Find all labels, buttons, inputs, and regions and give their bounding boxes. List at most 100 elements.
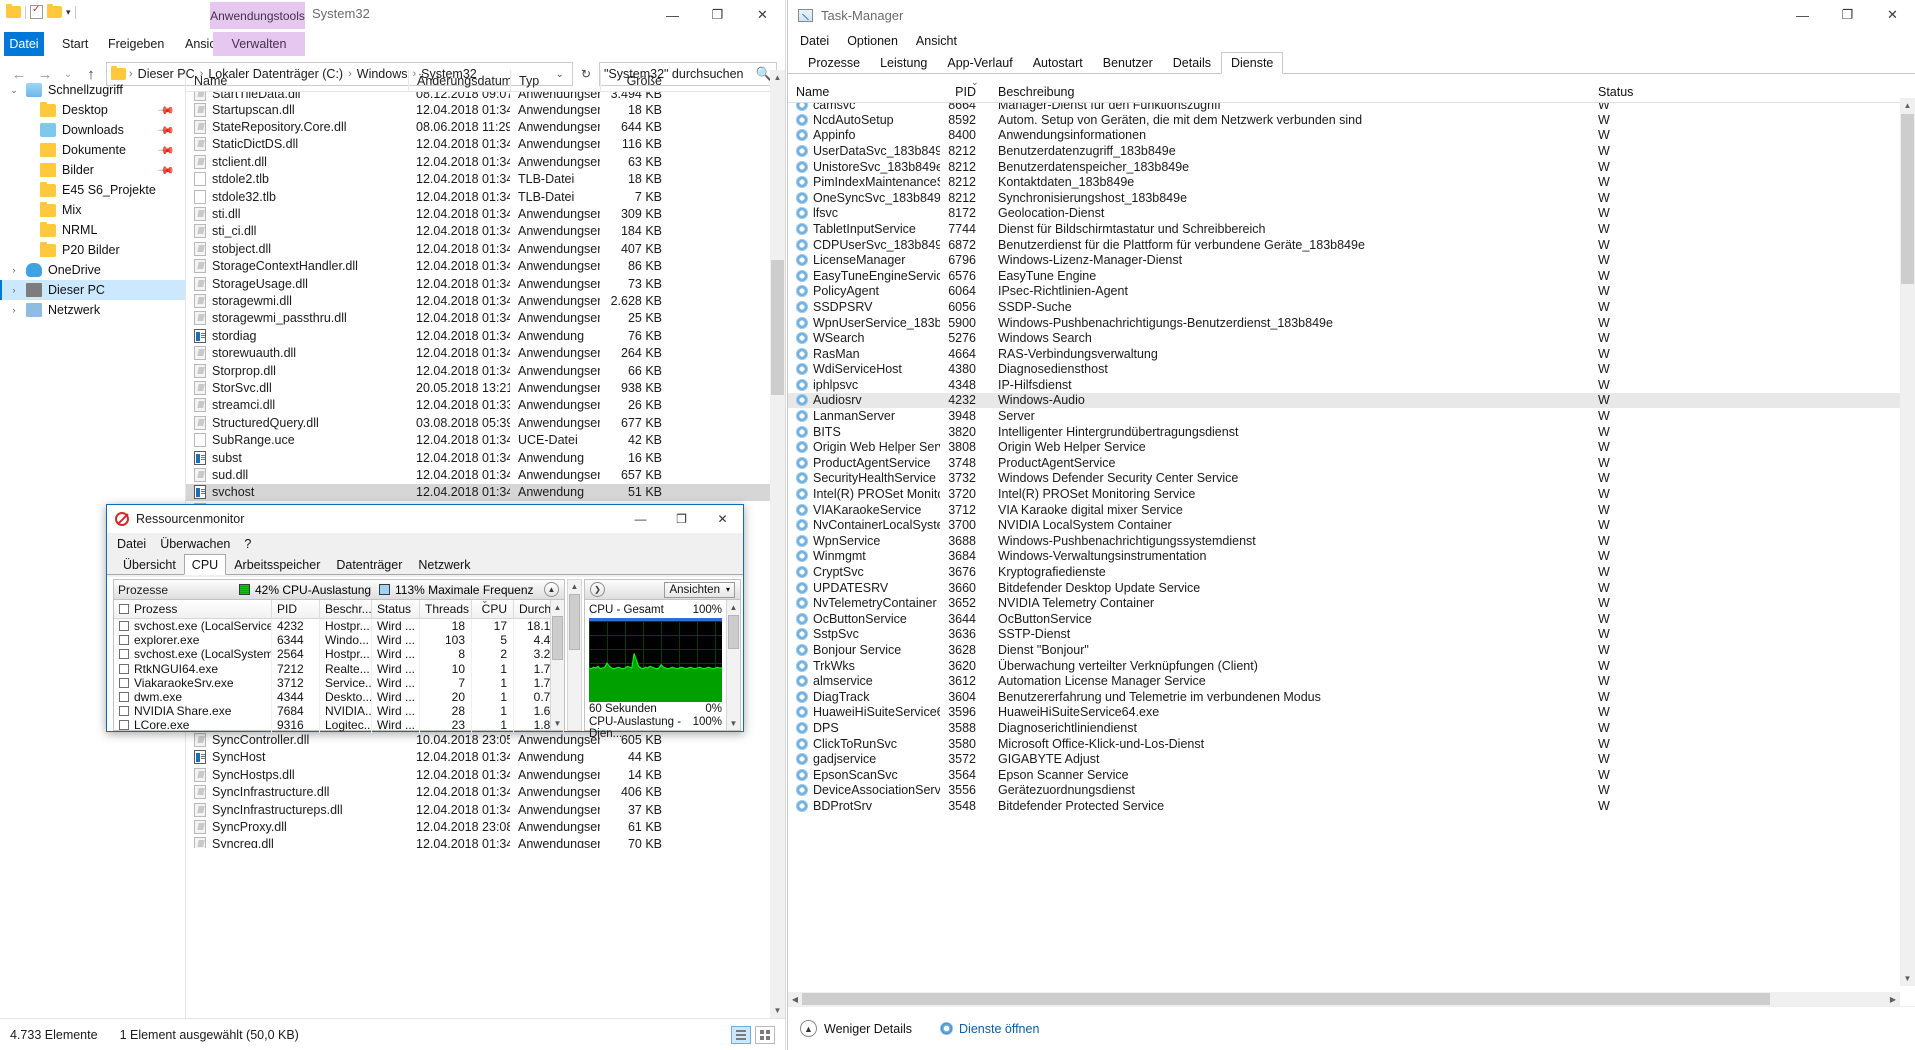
column-header-beschreibung[interactable]: Beschr... <box>320 599 372 619</box>
sidebar-item-mix[interactable]: Mix <box>0 200 185 220</box>
process-grid-scrollbar[interactable]: ▲ ▼ <box>550 600 564 730</box>
service-row[interactable]: ProductAgentService 3748 ProductAgentServi… <box>788 455 1900 471</box>
select-all-checkbox[interactable] <box>119 604 129 614</box>
sidebar-item-e45-s6-projekte[interactable]: E45 S6_Projekte <box>0 180 185 200</box>
maximize-button[interactable]: ❐ <box>661 505 702 533</box>
service-row[interactable]: BITS 3820 Intelligenter Hintergrundübertra… <box>788 424 1900 440</box>
large-icons-view-button[interactable] <box>755 1025 775 1044</box>
service-row[interactable]: Bonjour Service 3628 Dienst "Bonjour" W <box>788 642 1900 658</box>
scroll-up-arrow-icon[interactable]: ▲ <box>551 600 564 614</box>
scrollbar-thumb[interactable] <box>1901 114 1914 284</box>
service-row[interactable]: TrkWks 3620 Überwachung verteilter Verknüp… <box>788 658 1900 674</box>
scroll-down-arrow-icon[interactable]: ▼ <box>1900 971 1915 986</box>
column-header-date[interactable]: Änderungsdatum <box>408 70 510 92</box>
table-row[interactable]: subst 12.04.2018 01:34 Anwendung 16 KB <box>186 449 785 466</box>
tab-datei[interactable]: Datei <box>4 32 44 56</box>
table-row[interactable]: SyncInfrastructureps.dll 12.04.2018 01:34… <box>186 801 785 818</box>
service-row[interactable]: EpsonScanSvc 3564 Epson Scanner Service W <box>788 767 1900 783</box>
table-row[interactable]: SubRange.uce 12.04.2018 01:34 UCE-Datei 42 … <box>186 431 785 448</box>
service-row[interactable]: BDProtSrv 3548 Bitdefender Protected Servi… <box>788 798 1900 814</box>
process-checkbox[interactable] <box>119 663 129 674</box>
table-row[interactable]: stdole2.tlb 12.04.2018 01:34 TLB-Datei 18 K… <box>186 171 785 188</box>
table-row[interactable]: StorSvc.dll 20.05.2018 13:21 Anwendungserw… <box>186 379 785 396</box>
menu-datei[interactable]: Datei <box>117 537 146 551</box>
column-header-cpu[interactable]: CPU <box>472 599 514 619</box>
service-row[interactable]: LicenseManager 6796 Windows-Lizenz-Manager… <box>788 252 1900 268</box>
process-checkbox[interactable] <box>119 692 129 703</box>
table-row[interactable]: SyncHost 12.04.2018 01:34 Anwendung 44 KB <box>186 749 785 766</box>
service-row[interactable]: RasMan 4664 RAS-Verbindungsverwaltung W <box>788 346 1900 362</box>
service-row[interactable]: DeviceAssociationService 3556 Gerätezuordn… <box>788 783 1900 799</box>
expand-arrow-icon[interactable]: › <box>8 305 20 315</box>
service-row[interactable]: CryptSvc 3676 Kryptografiedienste W <box>788 564 1900 580</box>
process-row[interactable]: LCore.exe 9316 Logitec... Wird ... 23 1 1.81 <box>114 718 564 733</box>
service-row[interactable]: Appinfo 8400 Anwendungsinformationen W <box>788 128 1900 144</box>
table-row[interactable]: StartTileData.dll 08.12.2018 09:07 Anwendu… <box>186 92 785 101</box>
service-row[interactable]: almservice 3612 Automation License Manager… <box>788 673 1900 689</box>
fewer-details-button[interactable]: ▲ Weniger Details <box>800 1020 912 1037</box>
table-row[interactable]: stclient.dll 12.04.2018 01:34 Anwendungser… <box>186 153 785 170</box>
service-row[interactable]: NvContainerLocalSystem 3700 NVIDIA LocalSy… <box>788 517 1900 533</box>
sidebar-item-nrml[interactable]: NRML <box>0 220 185 240</box>
process-row[interactable]: NVIDIA Share.exe 7684 NVIDIA... Wird ... 28 1… <box>114 704 564 719</box>
file-list-scrollbar[interactable]: ▲ ▼ <box>770 70 785 1018</box>
table-row[interactable]: Startupscan.dll 12.04.2018 01:34 Anwendung… <box>186 101 785 118</box>
process-checkbox[interactable] <box>119 706 129 717</box>
service-row[interactable]: UnistoreSvc_183b849e 8212 Benutzerdatenspe… <box>788 159 1900 175</box>
chevron-right-icon[interactable]: ❯ <box>590 582 605 597</box>
minimize-button[interactable]: — <box>1780 0 1825 30</box>
scrollbar-thumb[interactable] <box>771 260 784 395</box>
menu-datei[interactable]: Datei <box>800 34 829 48</box>
process-row[interactable]: svchost.exe (LocalServiceNet...4232Hostp… <box>114 619 564 634</box>
pin-icon[interactable]: 📌 <box>157 141 176 159</box>
service-row[interactable]: NcdAutoSetup 8592 Autom. Setup von Geräten… <box>788 112 1900 128</box>
tab-freigeben[interactable]: Freigeben <box>98 32 174 56</box>
column-header-threads[interactable]: Threads <box>420 599 472 619</box>
properties-icon[interactable] <box>30 4 43 19</box>
process-checkbox[interactable] <box>119 649 129 660</box>
column-header-name[interactable]: Name <box>186 70 408 92</box>
scrollbar-thumb[interactable] <box>552 616 563 660</box>
tab-autostart[interactable]: Autostart <box>1023 52 1093 73</box>
new-folder-icon[interactable] <box>47 4 62 18</box>
service-row[interactable]: CDPUserSvc_183b849e 6872 Benutzerdienst fü… <box>788 237 1900 253</box>
service-row[interactable]: UserDataSvc_183b849e 8212 Benutzerdatenzug… <box>788 143 1900 159</box>
tab-app-verlauf[interactable]: App-Verlauf <box>937 52 1022 73</box>
service-row[interactable]: ClickToRunSvc 3580 Microsoft Office-Klick-… <box>788 736 1900 752</box>
scrollbar-thumb[interactable] <box>569 594 580 650</box>
service-row[interactable]: DPS 3588 Diagnoserichtliniendienst W <box>788 720 1900 736</box>
tab-netzwerk[interactable]: Netzwerk <box>410 555 478 574</box>
scroll-up-arrow-icon[interactable]: ▲ <box>568 580 581 593</box>
table-row[interactable]: storagewmi_passthru.dll 12.04.2018 01:34 A… <box>186 310 785 327</box>
table-row[interactable]: StateRepository.Core.dll 08.06.2018 11:29… <box>186 118 785 135</box>
table-row[interactable]: StructuredQuery.dll 03.08.2018 05:39 Anwen… <box>186 414 785 431</box>
process-row[interactable]: dwm.exe 4344 Deskto... Wird ... 20 1 0.77 <box>114 689 564 705</box>
service-row[interactable]: SstpSvc 3636 SSTP-Dienst W <box>788 627 1900 643</box>
pin-icon[interactable]: 📌 <box>157 161 176 179</box>
scroll-right-arrow-icon[interactable]: ▶ <box>1886 992 1900 1006</box>
service-row[interactable]: WSearch 5276 Windows Search W <box>788 330 1900 346</box>
graph-panel-scrollbar[interactable]: ▲ ▼ <box>726 600 740 730</box>
column-header-pid[interactable]: PID <box>272 599 320 619</box>
service-row[interactable]: PolicyAgent 6064 IPsec-Richtlinien-Agent W <box>788 284 1900 300</box>
maximize-button[interactable]: ❐ <box>1825 0 1870 30</box>
process-checkbox[interactable] <box>119 677 129 688</box>
service-row[interactable]: WpnService 3688 Windows-Pushbenachrichtigu… <box>788 533 1900 549</box>
service-row[interactable]: SSDPSRV 6056 SSDP-Suche W <box>788 299 1900 315</box>
scroll-left-arrow-icon[interactable]: ◀ <box>788 992 802 1006</box>
table-row[interactable]: storewuauth.dll 12.04.2018 01:34 Anwendung… <box>186 344 785 361</box>
expand-arrow-icon[interactable]: › <box>8 265 20 275</box>
column-header-beschreibung[interactable]: Beschreibung <box>988 82 1588 103</box>
table-row[interactable]: streamci.dll 12.04.2018 01:33 Anwendungser… <box>186 397 785 414</box>
sidebar-item-netzwerk[interactable]: › Netzwerk <box>0 300 185 320</box>
process-row[interactable]: explorer.exe 6344 Windo... Wird ... 103 5 4.47 <box>114 633 564 648</box>
scroll-down-arrow-icon[interactable]: ▼ <box>551 716 564 730</box>
tab-prozesse[interactable]: Prozesse <box>798 52 870 73</box>
table-row[interactable]: sti_ci.dll 12.04.2018 01:34 Anwendungserwe… <box>186 223 785 240</box>
process-row[interactable]: RtkNGUI64.exe 7212 Realte... Wird ... 10 1 1.7… <box>114 661 564 676</box>
tab-dienste[interactable]: Dienste <box>1220 52 1284 74</box>
scroll-down-arrow-icon[interactable]: ▼ <box>727 716 740 730</box>
tab-arbeitsspeicher[interactable]: Arbeitsspeicher <box>226 555 328 574</box>
tab-uebersicht[interactable]: Übersicht <box>115 555 184 574</box>
minimize-button[interactable]: — <box>650 0 695 30</box>
